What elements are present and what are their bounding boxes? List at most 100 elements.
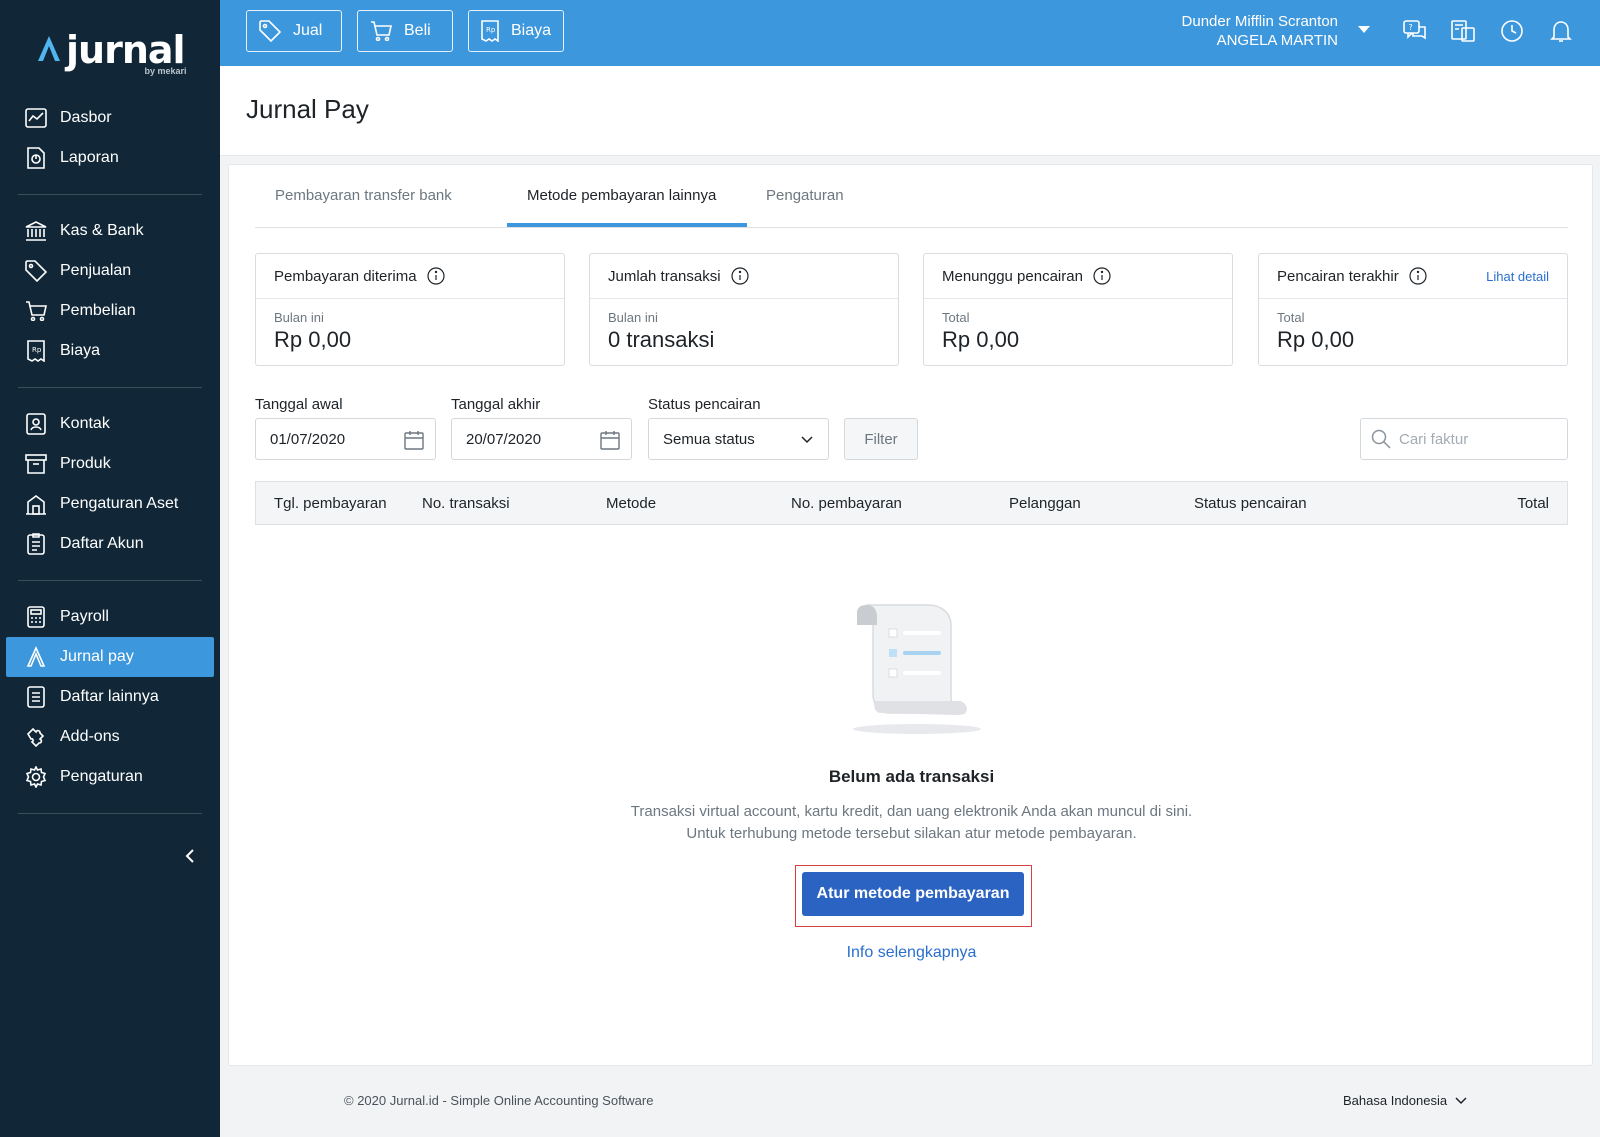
sidebar-item-jurnal-pay[interactable]: Jurnal pay (6, 637, 214, 677)
search-field[interactable] (1360, 418, 1568, 460)
sidebar-item-biaya[interactable]: Rp Biaya (6, 331, 214, 371)
page-title: Jurnal Pay (246, 94, 369, 124)
company-switcher[interactable]: Dunder Mifflin Scranton ANGELA MARTIN (1182, 12, 1338, 50)
calendar-icon[interactable] (403, 429, 425, 451)
sidebar-item-laporan[interactable]: Laporan (6, 138, 214, 178)
column-header[interactable]: Pelanggan (1009, 495, 1081, 512)
language-label: Bahasa Indonesia (1343, 1093, 1448, 1108)
bell-icon[interactable] (1548, 18, 1574, 44)
svg-text:Rp: Rp (32, 346, 42, 354)
sidebar-item-penjualan[interactable]: Penjualan (6, 251, 214, 291)
sidebar-item-label: Add-ons (60, 728, 120, 745)
empty-desc-line: Transaksi virtual account, kartu kredit,… (630, 803, 1193, 820)
stat-card-pembayaran-diterima: Pembayaran diterima Bulan ini Rp 0,00 (255, 253, 565, 366)
status-label: Status pencairan (648, 396, 761, 413)
history-icon[interactable] (1499, 18, 1525, 44)
calendar-icon[interactable] (599, 429, 621, 451)
end-date-label: Tanggal akhir (451, 396, 541, 413)
sidebar-item-label: Payroll (60, 608, 109, 625)
sidebar-item-label: Pembelian (60, 302, 136, 319)
column-header[interactable]: No. transaksi (422, 495, 510, 512)
topbar: Jual Beli Rp Biaya Dunder Mifflin Scrant… (220, 0, 1600, 66)
stat-value: Rp 0,00 (274, 327, 352, 352)
quick-button-label: Biaya (511, 22, 552, 39)
language-selector[interactable]: Bahasa Indonesia (1343, 1093, 1467, 1108)
sidebar-item-label: Pengaturan (60, 768, 143, 785)
column-header[interactable]: Tgl. pembayaran (274, 495, 387, 512)
start-date-field[interactable]: 01/07/2020 (255, 418, 436, 460)
sidebar-item-kas-bank[interactable]: Kas & Bank (6, 211, 214, 251)
box-icon (24, 452, 48, 476)
status-select[interactable]: Semua status (648, 418, 829, 460)
sidebar-item-label: Laporan (60, 149, 119, 166)
jurnal-pay-icon (24, 645, 48, 669)
user-name: ANGELA MARTIN (1216, 32, 1338, 49)
help-chat-icon[interactable]: ? (1402, 18, 1428, 44)
column-header[interactable]: Total (1517, 495, 1549, 512)
company-name: Dunder Mifflin Scranton (1181, 13, 1338, 30)
quick-beli-button[interactable]: Beli (357, 10, 453, 52)
stat-card-jumlah-transaksi: Jumlah transaksi Bulan ini 0 transaksi (589, 253, 899, 366)
switch-company-icon[interactable] (1450, 18, 1476, 44)
tab-metode-pembayaran-lainnya[interactable]: Metode pembayaran lainnya (527, 187, 716, 204)
bank-icon (24, 219, 48, 243)
info-selengkapnya-text[interactable]: Info selengkapnya (847, 944, 977, 961)
stat-period-label: Total (942, 310, 970, 325)
info-icon[interactable] (1409, 267, 1427, 285)
quick-jual-button[interactable]: Jual (246, 10, 342, 52)
sidebar-item-label: Pengaturan Aset (60, 495, 179, 512)
end-date-field[interactable]: 20/07/2020 (451, 418, 632, 460)
stat-card-menunggu-pencairan: Menunggu pencairan Total Rp 0,00 (923, 253, 1233, 366)
main-card: Pembayaran transfer bank Metode pembayar… (228, 164, 1593, 1066)
tab-pembayaran-transfer-bank[interactable]: Pembayaran transfer bank (275, 187, 452, 204)
sidebar-item-dasbor[interactable]: Dasbor (6, 98, 214, 138)
sidebar-divider (18, 194, 202, 195)
svg-text:?: ? (1409, 23, 1413, 32)
sidebar-item-pengaturan-aset[interactable]: Pengaturan Aset (6, 484, 214, 524)
search-input[interactable] (1399, 430, 1559, 448)
quick-button-label: Jual (293, 22, 323, 39)
sidebar-item-kontak[interactable]: Kontak (6, 404, 214, 444)
info-selengkapnya-link: Info selengkapnya (229, 944, 1594, 962)
tab-pengaturan[interactable]: Pengaturan (766, 187, 844, 204)
collapse-sidebar-button[interactable] (180, 846, 200, 866)
page-header: Jurnal Pay (220, 66, 1600, 156)
footer-copyright: © 2020 Jurnal.id - Simple Online Account… (344, 1093, 654, 1108)
lihat-detail-link[interactable]: Lihat detail (1486, 269, 1549, 284)
cart-icon (370, 20, 392, 42)
filter-button[interactable]: Filter (844, 418, 918, 460)
column-header[interactable]: No. pembayaran (791, 495, 902, 512)
sidebar-item-daftar-akun[interactable]: Daftar Akun (6, 524, 214, 564)
stat-value: Rp 0,00 (942, 327, 1020, 352)
sidebar-item-label: Daftar Akun (60, 535, 144, 552)
company-dropdown-icon[interactable] (1358, 26, 1370, 33)
sidebar: jurnal by mekari Dasbor Laporan Kas & Ba… (0, 0, 220, 1137)
info-icon[interactable] (1093, 267, 1111, 285)
sidebar-item-label: Dasbor (60, 109, 112, 126)
sidebar-item-produk[interactable]: Produk (6, 444, 214, 484)
info-icon[interactable] (730, 267, 749, 285)
sidebar-item-label: Daftar lainnya (60, 688, 159, 705)
info-icon[interactable] (426, 267, 445, 285)
column-header[interactable]: Status pencairan (1194, 495, 1307, 512)
sidebar-item-daftar-lainnya[interactable]: Daftar lainnya (6, 677, 214, 717)
asset-icon (24, 492, 48, 516)
column-header[interactable]: Metode (606, 495, 656, 512)
sidebar-item-pengaturan[interactable]: Pengaturan (6, 757, 214, 797)
account-list-icon (24, 532, 48, 556)
sidebar-item-label: Biaya (60, 342, 101, 359)
atur-metode-pembayaran-button[interactable]: Atur metode pembayaran (802, 872, 1024, 916)
puzzle-icon (24, 725, 48, 749)
chevron-down-icon (1455, 1096, 1467, 1104)
logo-sub: by mekari (144, 66, 187, 76)
status-select-value: Semua status (663, 430, 755, 448)
sidebar-item-payroll[interactable]: Payroll (6, 597, 214, 637)
list-icon (24, 685, 48, 709)
jurnal-logo[interactable]: jurnal by mekari (36, 20, 187, 76)
empty-desc-line: Untuk terhubung metode tersebut silakan … (686, 825, 1137, 842)
sidebar-divider (18, 813, 202, 814)
stat-header: Pembayaran diterima (256, 254, 564, 299)
quick-biaya-button[interactable]: Rp Biaya (468, 10, 564, 52)
sidebar-item-pembelian[interactable]: Pembelian (6, 291, 214, 331)
sidebar-item-add-ons[interactable]: Add-ons (6, 717, 214, 757)
